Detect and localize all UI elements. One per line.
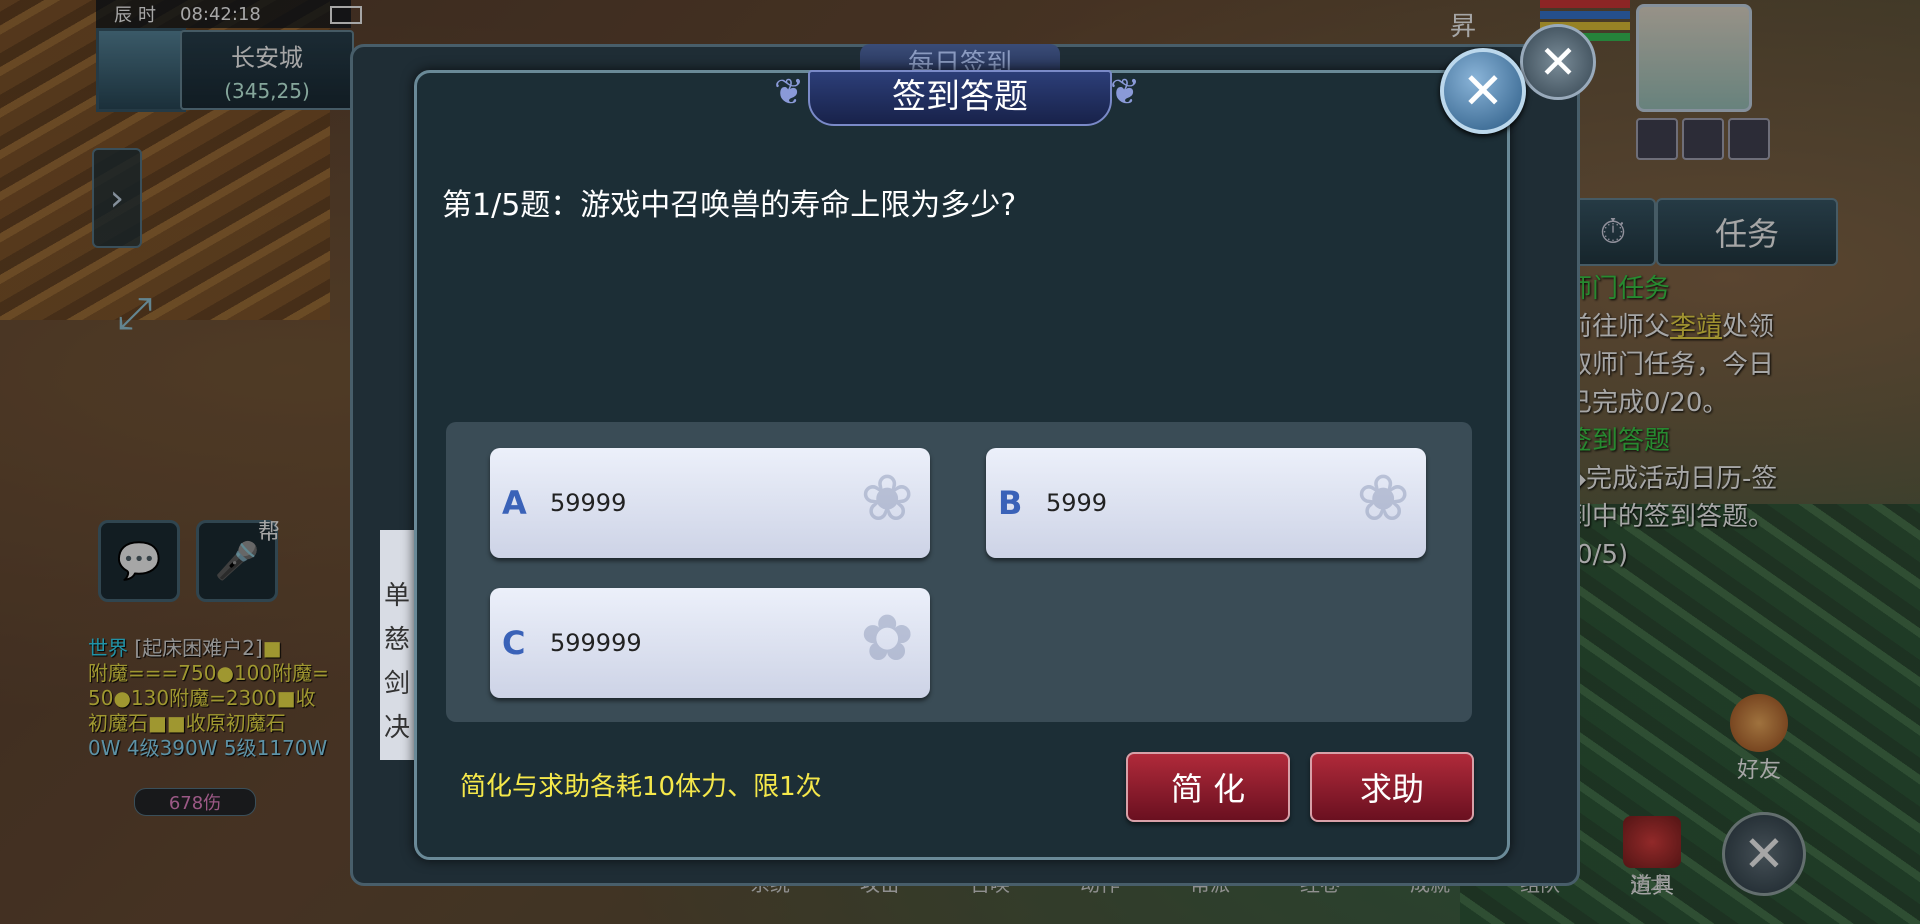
- simplify-button[interactable]: 简 化: [1126, 752, 1290, 822]
- answer-value: 59999: [550, 489, 627, 517]
- help-button[interactable]: 求助: [1310, 752, 1474, 822]
- back-side-text: 单 慈 剑 决: [380, 530, 414, 760]
- answer-value: 599999: [550, 629, 642, 657]
- orchid-decoration-icon: ❀: [1356, 462, 1410, 536]
- orchid-decoration-icon: ❀: [860, 462, 914, 536]
- dialog-title: 签到答题: [808, 70, 1112, 126]
- question-text: 第1/5题：游戏中召唤兽的寿命上限为多少?: [442, 188, 1017, 223]
- answer-letter: C: [502, 624, 526, 662]
- title-ornament-right-icon: ❦: [1110, 72, 1141, 113]
- answer-option-a[interactable]: A 59999 ❀: [490, 448, 930, 558]
- answer-letter: A: [502, 484, 527, 522]
- back-close-icon[interactable]: ✕: [1520, 24, 1596, 100]
- answer-option-c[interactable]: C 599999 ✿: [490, 588, 930, 698]
- bamboo-decoration-icon: ✿: [860, 602, 914, 676]
- answer-letter: B: [998, 484, 1023, 522]
- cost-hint: 简化与求助各耗10体力、限1次: [460, 772, 822, 802]
- close-icon[interactable]: ✕: [1440, 48, 1526, 134]
- answer-option-b[interactable]: B 5999 ❀: [986, 448, 1426, 558]
- answer-value: 5999: [1046, 489, 1108, 517]
